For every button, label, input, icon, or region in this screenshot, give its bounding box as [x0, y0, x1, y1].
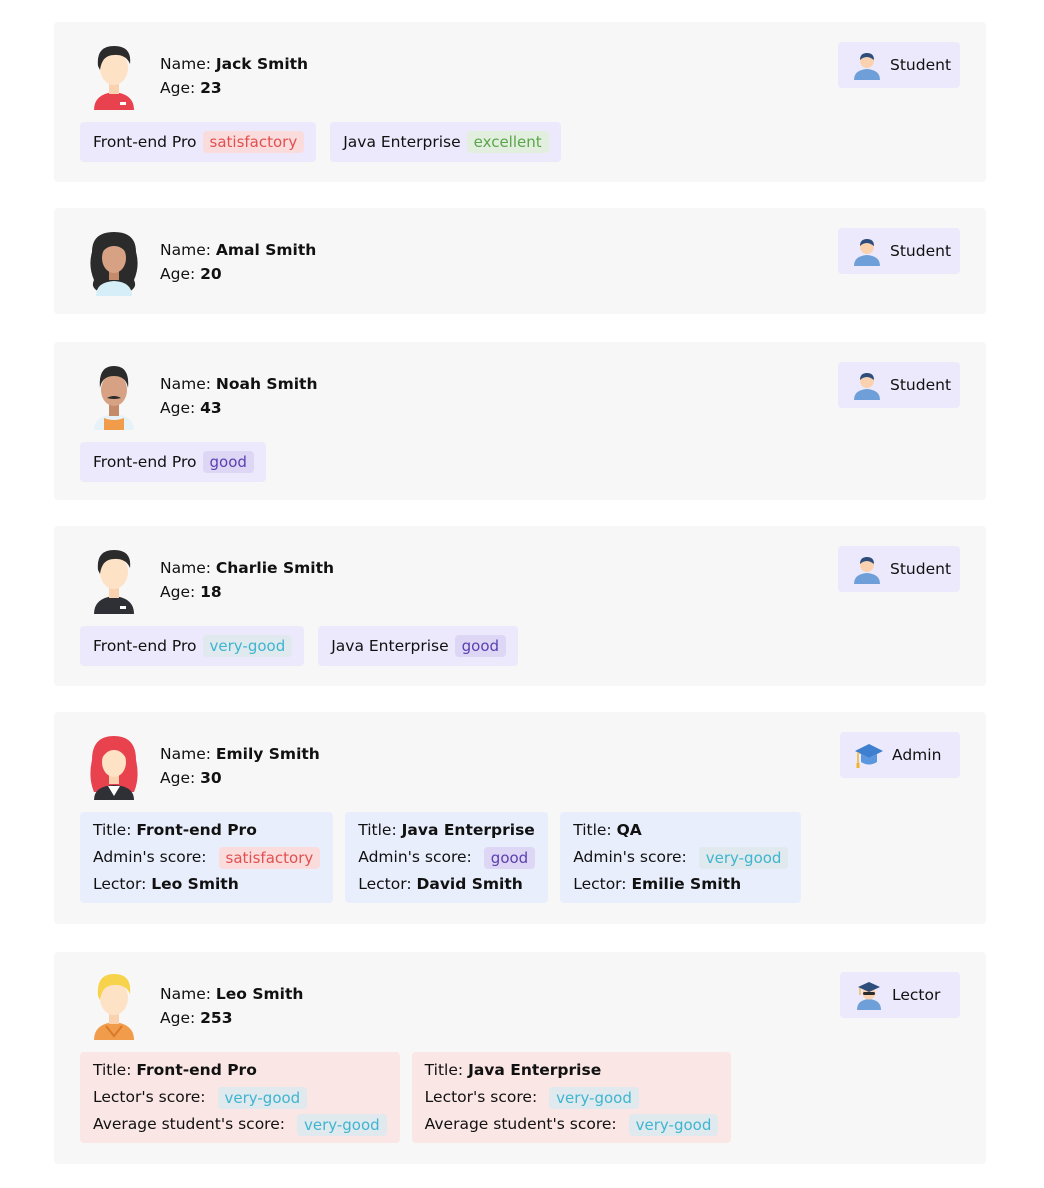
lector-course-block: Title: Java Enterprise Lector's score: ve…	[411, 1052, 732, 1143]
name-line: Name: Emily Smith	[160, 745, 320, 763]
age-line: Age: 30	[160, 769, 222, 787]
course-list: Front-end Pro good	[80, 442, 280, 482]
grade-badge: good	[483, 846, 536, 869]
grade-badge: very-good	[296, 1113, 387, 1136]
admin-course-list: Title: Front-end Pro Admin's score: satis…	[80, 812, 813, 903]
student-icon	[854, 239, 880, 266]
person-age: 253	[200, 1009, 233, 1027]
person-name: Noah Smith	[215, 375, 318, 393]
lector-course-list: Title: Front-end Pro Lector's score: very…	[80, 1052, 743, 1143]
age-line: Age: 18	[160, 583, 222, 601]
student-icon	[854, 557, 880, 584]
name-line: Name: Jack Smith	[160, 55, 309, 73]
admin-course-block: Title: Java Enterprise Admin's score: goo…	[345, 812, 549, 903]
grade-badge: good	[454, 635, 507, 657]
man-mustache-avatar-icon	[86, 360, 142, 430]
grade-badge: very-good	[217, 1086, 308, 1109]
man-dark-shirt-avatar-icon	[86, 544, 142, 614]
person-card: Name: Jack Smith Age: 23 Student Front-e…	[54, 22, 986, 182]
course-chip: Front-end Pro satisfactory	[80, 122, 317, 162]
grade-badge: satisfactory	[202, 131, 305, 153]
person-card: Name: Noah Smith Age: 43 Student Front-e…	[54, 342, 986, 500]
person-name: Jack Smith	[215, 55, 309, 73]
age-line: Age: 43	[160, 399, 222, 417]
role-badge: Admin	[840, 732, 960, 778]
course-chip: Java Enterprise good	[318, 626, 519, 666]
man-red-shirt-avatar-icon	[86, 40, 142, 110]
course-chip: Front-end Pro good	[80, 442, 266, 482]
name-line: Name: Noah Smith	[160, 375, 318, 393]
name-line: Name: Charlie Smith	[160, 559, 335, 577]
student-icon	[854, 53, 880, 80]
graduation-cap-icon	[855, 744, 883, 768]
person-name: Leo Smith	[215, 985, 304, 1003]
course-list: Front-end Pro very-good Java Enterprise …	[80, 626, 532, 666]
person-card: Name: Emily Smith Age: 30 Admin Title: F…	[54, 712, 986, 924]
lector-icon	[857, 982, 881, 1010]
grade-badge: very-good	[628, 1113, 719, 1136]
role-badge: Student	[838, 546, 960, 592]
role-badge: Student	[838, 228, 960, 274]
age-line: Age: 20	[160, 265, 222, 283]
admin-course-block: Title: Front-end Pro Admin's score: satis…	[80, 812, 334, 903]
admin-course-block: Title: QA Admin's score: very-good Lector…	[560, 812, 802, 903]
course-list: Front-end Pro satisfactory Java Enterpri…	[80, 122, 575, 162]
name-line: Name: Amal Smith	[160, 241, 317, 259]
grade-badge: very-good	[698, 846, 789, 869]
grade-badge: good	[202, 451, 254, 473]
grade-badge: very-good	[549, 1086, 639, 1109]
student-icon	[854, 373, 880, 400]
person-name: Amal Smith	[215, 241, 317, 259]
age-line: Age: 253	[160, 1009, 233, 1027]
grade-badge: very-good	[202, 635, 293, 657]
grade-badge: excellent	[466, 131, 549, 153]
person-card: Name: Charlie Smith Age: 18 Student Fron…	[54, 526, 986, 686]
course-chip: Java Enterprise excellent	[330, 122, 561, 162]
person-name: Emily Smith	[215, 745, 320, 763]
role-badge: Student	[838, 362, 960, 408]
role-badge: Lector	[840, 972, 960, 1018]
lector-course-block: Title: Front-end Pro Lector's score: very…	[80, 1052, 400, 1143]
woman-red-hair-avatar-icon	[86, 730, 142, 800]
person-name: Charlie Smith	[215, 559, 335, 577]
person-card: Name: Amal Smith Age: 20 Student	[54, 208, 986, 314]
person-age: 43	[200, 399, 222, 417]
name-line: Name: Leo Smith	[160, 985, 304, 1003]
person-age: 18	[200, 583, 222, 601]
person-age: 23	[200, 79, 222, 97]
man-blonde-avatar-icon	[86, 970, 142, 1040]
age-line: Age: 23	[160, 79, 222, 97]
person-age: 20	[200, 265, 222, 283]
grade-badge: satisfactory	[218, 846, 321, 869]
person-card: Name: Leo Smith Age: 253 Lector Title: F…	[54, 952, 986, 1164]
course-chip: Front-end Pro very-good	[80, 626, 305, 666]
role-badge: Student	[838, 42, 960, 88]
woman-curly-hair-avatar-icon	[86, 226, 142, 296]
person-age: 30	[200, 769, 222, 787]
